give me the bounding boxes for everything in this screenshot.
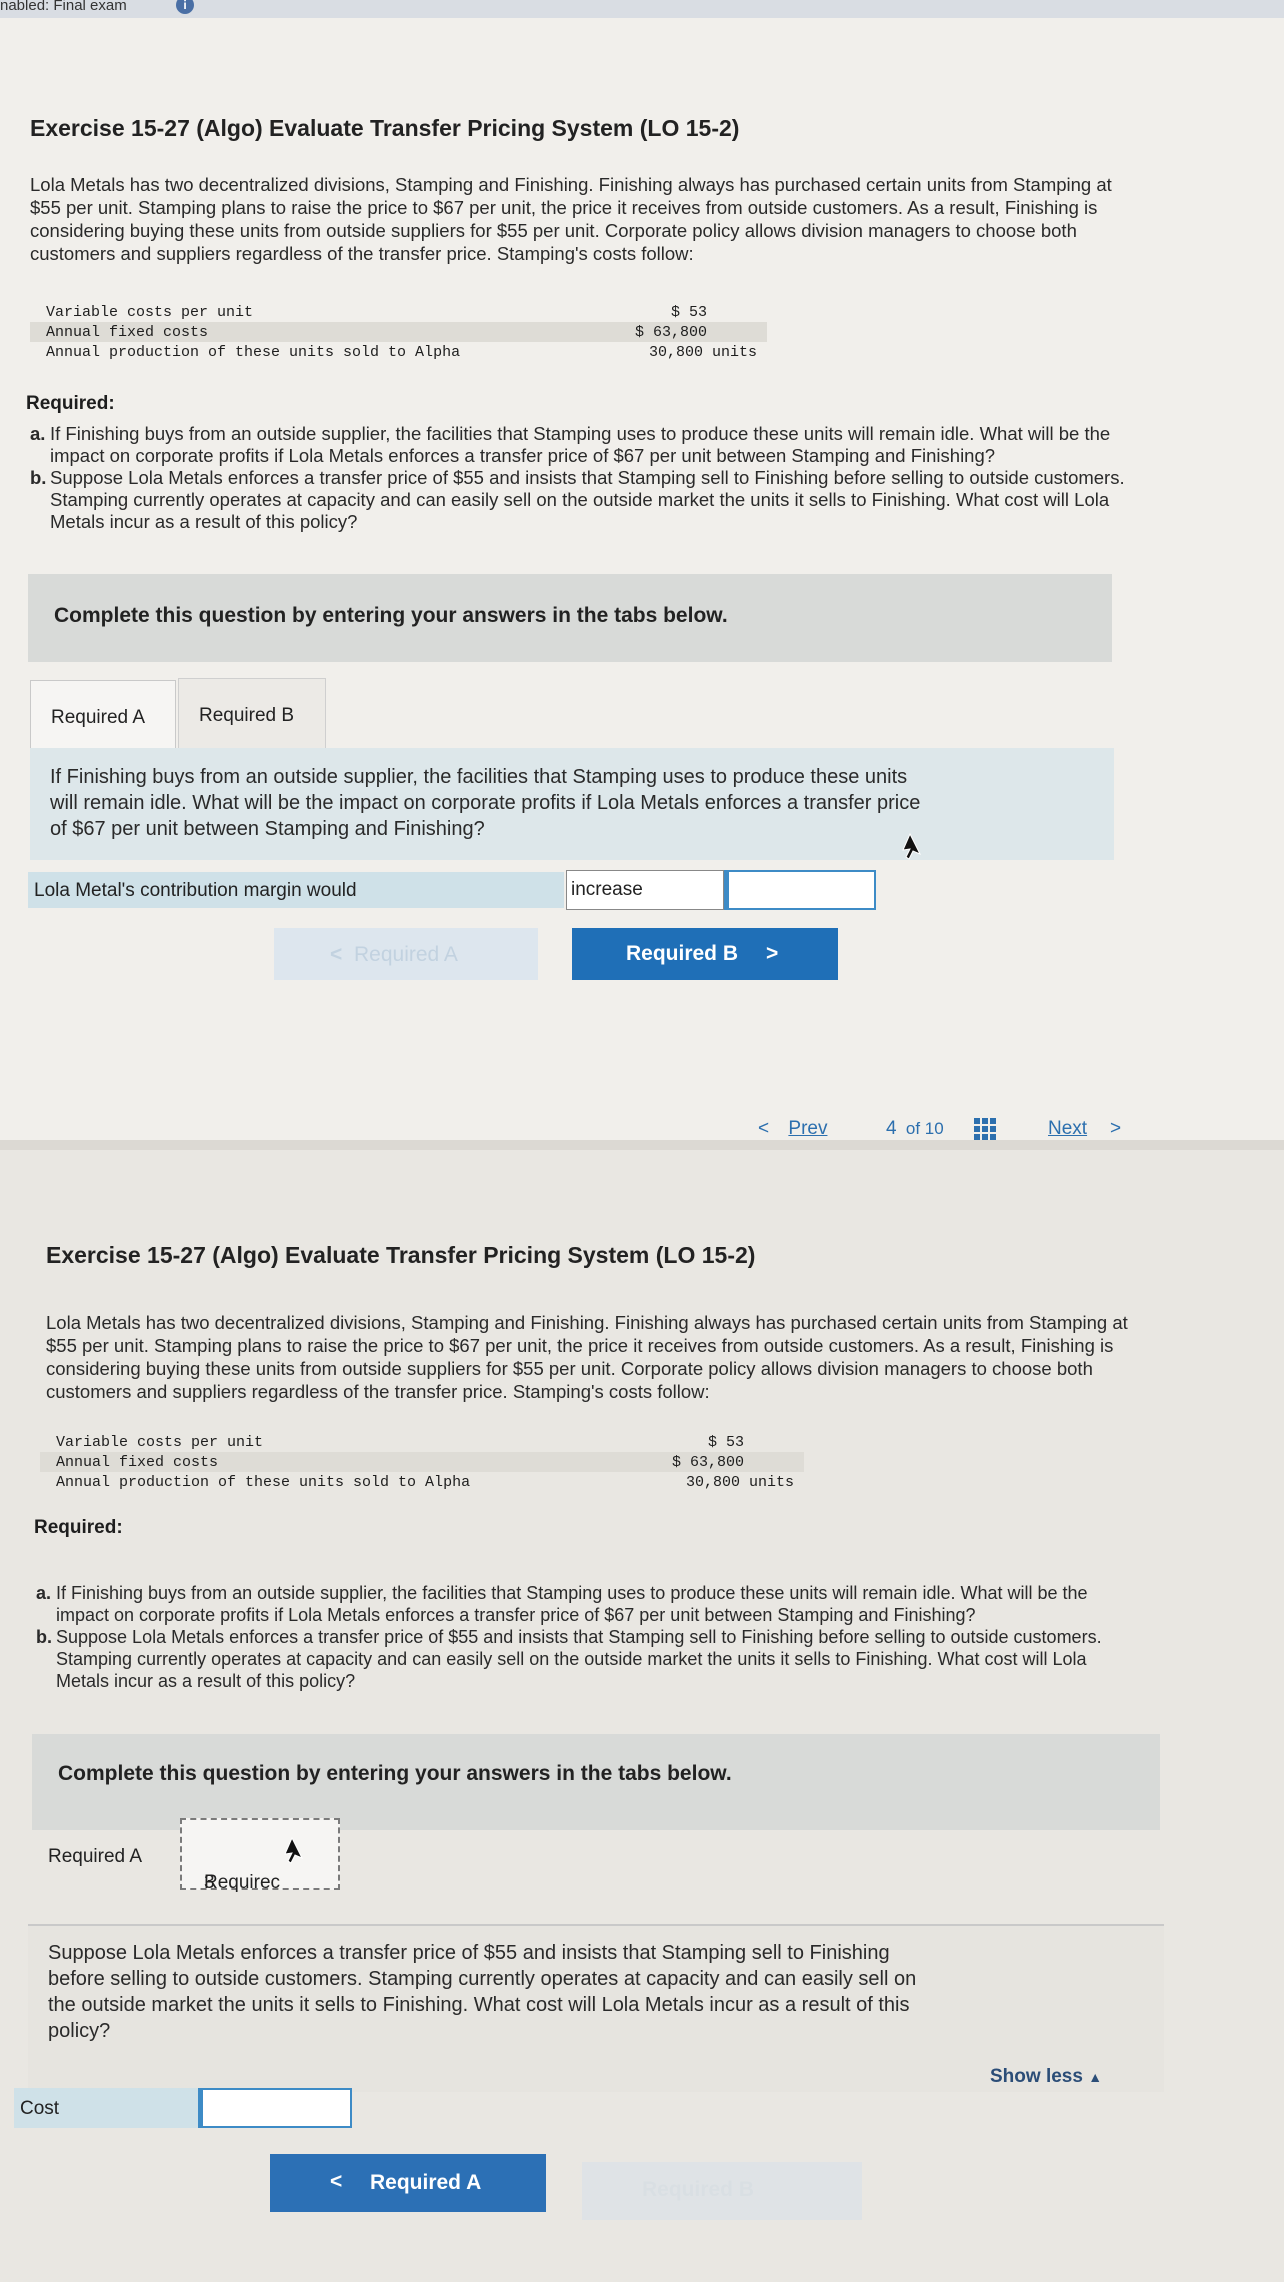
exam-status-text: nabled: Final exam	[0, 0, 127, 14]
exercise-title: Exercise 15-27 (Algo) Evaluate Transfer …	[30, 115, 740, 141]
prev-required-a-button-2[interactable]: < Required A	[270, 2154, 546, 2212]
chevron-left-icon: <	[330, 943, 343, 966]
exercise-intro-2: Lola Metals has two decentralized divisi…	[46, 1312, 1128, 1402]
browser-status-bar: nabled: Final exam i	[0, 0, 1284, 18]
requirement-a: a. If Finishing buys from an outside sup…	[36, 1583, 1088, 1625]
exercise-intro: Lola Metals has two decentralized divisi…	[30, 174, 1112, 264]
show-less-toggle[interactable]: Show less ▲	[990, 2066, 1102, 2088]
screenshot-divider	[0, 1140, 1284, 1150]
page-indicator: 4 of 10	[886, 1118, 944, 1139]
requirement-a: a. If Finishing buys from an outside sup…	[30, 423, 1111, 466]
triangle-up-icon: ▲	[1088, 2069, 1103, 2085]
required-heading-2: Required:	[34, 1517, 123, 1538]
info-icon[interactable]: i	[176, 0, 194, 14]
cost-row: Variable costs per unit $ 53	[46, 304, 707, 321]
cost-row: Annual production of these units sold to…	[56, 1474, 794, 1491]
next-required-b-button-2[interactable]: Required B	[582, 2162, 862, 2220]
costs-table: Variable costs per unit $ 53 Annual fixe…	[30, 302, 767, 362]
tab-required-b-2[interactable]: Requirec 3	[180, 1818, 340, 1893]
prev-required-a-button[interactable]: < Required A	[274, 928, 538, 980]
requirement-b: b. Suppose Lola Metals enforces a transf…	[30, 467, 1125, 532]
chevron-right-icon: >	[1110, 1118, 1122, 1139]
costs-table-2: Variable costs per unit $ 53 Annual fixe…	[40, 1432, 804, 1492]
requirement-b: b. Suppose Lola Metals enforces a transf…	[36, 1627, 1102, 1691]
chevron-left-icon: <	[330, 2170, 343, 2193]
answer-label-contribution: Lola Metal's contribution margin would	[28, 872, 564, 908]
cost-row: Annual production of these units sold to…	[46, 344, 757, 361]
cost-input[interactable]	[198, 2088, 352, 2128]
contribution-amount-input[interactable]	[724, 870, 876, 910]
prev-question-link[interactable]: < Prev	[758, 1118, 827, 1140]
requirements-list-2: a. If Finishing buys from an outside sup…	[36, 1582, 1280, 1692]
exercise-title-2: Exercise 15-27 (Algo) Evaluate Transfer …	[46, 1242, 756, 1268]
cost-row: Variable costs per unit $ 53	[56, 1434, 744, 1451]
tab-required-a[interactable]: Required A	[30, 680, 176, 752]
mouse-cursor-icon	[902, 832, 922, 860]
requirements-list: a. If Finishing buys from an outside sup…	[30, 423, 1270, 533]
chevron-left-icon: <	[758, 1118, 770, 1139]
next-required-b-button[interactable]: Required B >	[572, 928, 838, 980]
contribution-direction-select[interactable]: increase	[566, 870, 724, 910]
instruction-bar: Complete this question by entering your …	[28, 574, 1112, 662]
question-box-a: If Finishing buys from an outside suppli…	[30, 748, 1114, 860]
cost-row: Annual fixed costs $ 63,800	[40, 1452, 804, 1472]
instruction-bar-2: Complete this question by entering your …	[32, 1734, 1160, 1830]
required-heading: Required:	[26, 393, 115, 414]
cost-row: Annual fixed costs $ 63,800	[30, 322, 767, 342]
question-navigation: < Prev 4 of 10 Next >	[0, 1118, 1284, 1142]
question-grid-icon[interactable]	[974, 1118, 996, 1140]
tab-required-b[interactable]: Required B	[178, 678, 326, 750]
answer-label-cost: Cost	[14, 2088, 198, 2128]
mouse-cursor-icon	[284, 1836, 304, 1864]
chevron-right-icon: >	[766, 942, 779, 965]
next-question-link[interactable]: Next	[1048, 1118, 1087, 1140]
tab-required-a-2[interactable]: Required A	[30, 1820, 176, 1892]
